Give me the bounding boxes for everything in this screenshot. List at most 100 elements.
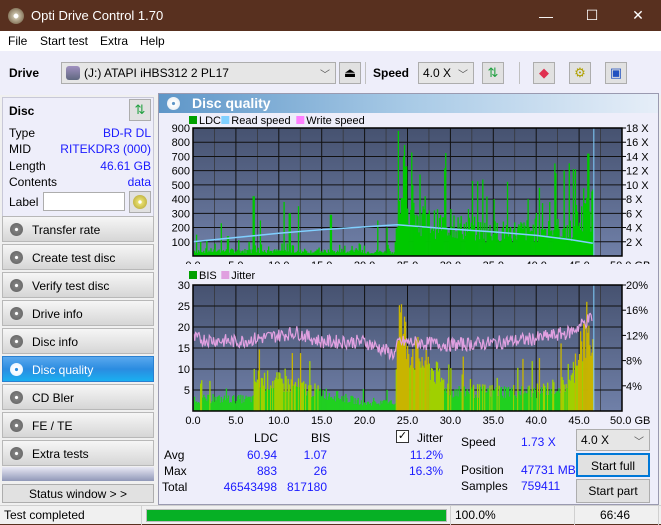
menu-extra[interactable]: Extra — [100, 34, 128, 48]
disc-label-button[interactable] — [129, 191, 151, 213]
toolbar-separator — [365, 62, 366, 84]
nav-extra-tests[interactable]: Extra tests — [2, 440, 154, 466]
maximize-button[interactable]: ☐ — [569, 0, 615, 31]
y2-tick-label: 8 X — [626, 194, 643, 206]
x-tick-label: 5.0 — [228, 260, 243, 264]
progress-fill — [147, 510, 446, 521]
y-tick-label: 30 — [178, 280, 190, 292]
panel-header: Disc quality — [159, 94, 658, 113]
test-speed-value: 4.0 X — [581, 433, 610, 447]
nav-transfer-rate[interactable]: Transfer rate — [2, 216, 154, 242]
col-bis-header: BIS — [311, 431, 331, 445]
avg-label: Avg — [164, 448, 185, 462]
nav-drive-info[interactable]: Drive info — [2, 300, 154, 326]
disc-icon — [10, 419, 23, 432]
speed-select[interactable]: 4.0 X ﹀ — [418, 62, 474, 84]
disc-refresh-button[interactable]: ⇅ — [129, 99, 151, 121]
menu-start-test[interactable]: Start test — [40, 34, 88, 48]
y2-tick-label: 4% — [626, 381, 642, 393]
x-tick-label: 35.0 — [483, 260, 504, 264]
x-tick-label: 30.0 — [440, 415, 461, 424]
y-tick-label: 300 — [172, 208, 190, 220]
y2-tick-label: 12 X — [626, 166, 649, 178]
samples-label: Samples — [461, 479, 508, 493]
x-tick-label: 0.0 — [185, 260, 200, 264]
x-tick-label: 50.0 GB — [610, 260, 650, 264]
y-tick-label: 700 — [172, 151, 190, 163]
disc-icon — [10, 363, 23, 376]
status-text: Test completed — [0, 506, 142, 525]
speed-label: Speed — [373, 66, 410, 80]
disc-icon — [10, 335, 23, 348]
save-button[interactable]: ▣ — [605, 62, 627, 84]
refresh-button[interactable]: ⇅ — [482, 62, 504, 84]
nav-label: Disc quality — [32, 363, 94, 377]
chevron-down-icon: ﹀ — [320, 70, 330, 81]
progress-bar — [146, 509, 447, 522]
save-icon: ▣ — [609, 65, 623, 80]
disc-icon — [10, 307, 23, 320]
settings-button[interactable]: ⚙ — [569, 62, 591, 84]
test-speed-select[interactable]: 4.0 X ﹀ — [576, 429, 650, 451]
speed-stat-value: 1.73 X — [521, 435, 556, 449]
nav-label: Extra tests — [32, 447, 89, 461]
nav-create-test-disc[interactable]: Create test disc — [2, 244, 154, 270]
x-tick-label: 25.0 — [397, 260, 418, 264]
menu-file[interactable]: File — [8, 34, 27, 48]
jitter-checkbox[interactable]: ✓ — [396, 430, 409, 443]
title-bar: Opti Drive Control 1.70 — ☐ ✕ — [0, 0, 661, 31]
ldc-chart: LDC Read speed Write speed 100 200 300 400 500 6… — [172, 115, 651, 264]
x-tick-label: 30.0 — [440, 260, 461, 264]
speed-select-value: 4.0 X — [423, 66, 452, 80]
total-bis: 817180 — [286, 480, 327, 494]
position-label: Position — [461, 463, 504, 477]
ldc-bar — [330, 214, 333, 256]
x-tick-label: 15.0 — [311, 415, 332, 424]
close-button[interactable]: ✕ — [615, 0, 661, 31]
nav-disc-info[interactable]: Disc info — [2, 328, 154, 354]
minimize-button[interactable]: — — [523, 0, 569, 31]
status-bar: Test completed 100.0% 66:46 — [0, 505, 661, 525]
x-tick-label: 45.0 — [568, 260, 589, 264]
nav-cd-bler[interactable]: CD Bler — [2, 384, 154, 410]
erase-button[interactable]: ◆ — [533, 62, 555, 84]
y-tick-label: 100 — [172, 237, 190, 249]
nav-disc-quality[interactable]: Disc quality — [2, 356, 154, 382]
y2-tick-label: 18 X — [626, 123, 649, 135]
nav-label: Transfer rate — [32, 223, 101, 237]
start-part-button[interactable]: Start part — [576, 479, 650, 503]
disc-icon — [10, 279, 23, 292]
disc-type-value: BD-R DL — [102, 126, 151, 140]
disc-mid-value: RITEKDR3 (000) — [60, 142, 151, 156]
y2-tick-label: 8% — [626, 356, 642, 368]
total-label: Total — [162, 480, 188, 494]
drive-select[interactable]: (J:) ATAPI iHBS312 2 PL17 ﹀ — [61, 62, 336, 84]
nav-label: FE / TE — [32, 419, 73, 433]
nav-label: CD Bler — [32, 391, 75, 405]
eject-button[interactable]: ⏏ — [339, 62, 361, 84]
drive-icon — [66, 66, 80, 80]
x-tick-label: 5.0 — [228, 415, 243, 424]
menu-help[interactable]: Help — [140, 34, 165, 48]
status-window-button[interactable]: Status window > > — [2, 484, 154, 503]
disc-label-label: Label — [9, 195, 39, 209]
disc-icon — [133, 195, 147, 209]
speed-stat-label: Speed — [461, 435, 496, 449]
max-bis: 26 — [313, 464, 327, 478]
app-disc-icon — [8, 8, 24, 24]
y2-tick-label: 14 X — [626, 151, 649, 163]
disc-icon — [10, 251, 23, 264]
nav-verify-test-disc[interactable]: Verify test disc — [2, 272, 154, 298]
y2-tick-label: 4 X — [626, 223, 643, 235]
start-full-button[interactable]: Start full — [576, 453, 650, 477]
x-tick-label: 35.0 — [483, 415, 504, 424]
bis-jitter-chart: BIS Jitter 5 10 15 20 25 30 4% 8% 12% 16% 20% 0.0 5.0 1… — [178, 270, 651, 424]
disc-contents-label: Contents — [9, 175, 58, 189]
disc-header: Disc — [9, 104, 35, 118]
nav-fe-te[interactable]: FE / TE — [2, 412, 154, 438]
disc-icon — [10, 447, 23, 460]
toolbar: Drive (J:) ATAPI iHBS312 2 PL17 ﹀ ⏏ Spee… — [0, 51, 661, 95]
disc-label-input[interactable] — [43, 192, 125, 211]
y-tick-label: 20 — [178, 322, 190, 334]
y-tick-label: 200 — [172, 223, 190, 235]
